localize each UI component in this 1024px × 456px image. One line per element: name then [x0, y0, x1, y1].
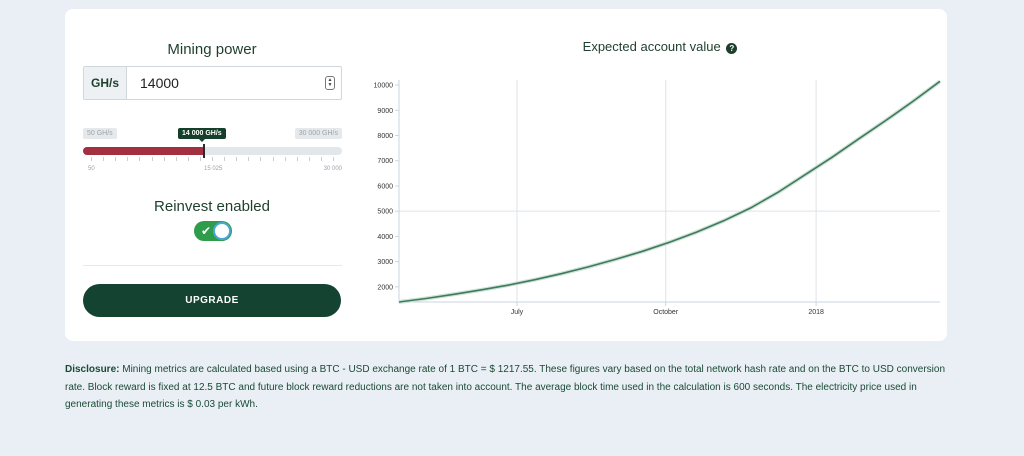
hashrate-input[interactable]: GH/s 14000 ▲ ▼: [83, 66, 342, 100]
hashrate-unit-label: GH/s: [84, 67, 127, 99]
slider-tick: [163, 157, 165, 161]
hashrate-slider[interactable]: 50 GH/s 14 000 GH/s 30 000 GH/s 50 15 02…: [83, 128, 342, 178]
slider-tick: [91, 157, 92, 161]
disclosure-text: Disclosure: Mining metrics are calculate…: [65, 361, 955, 414]
x-tick-label: 2018: [808, 309, 824, 316]
check-icon: ✔: [201, 224, 212, 238]
slider-tick: [115, 157, 117, 161]
slider-tick: [284, 157, 286, 161]
slider-min-tag: 50 GH/s: [83, 128, 117, 139]
chart-title-text: Expected account value: [582, 39, 721, 54]
y-tick-label: 7000: [377, 158, 393, 165]
slider-tick: [127, 157, 129, 161]
slider-ticks: [83, 157, 342, 161]
number-spinner[interactable]: ▲ ▼: [319, 67, 341, 99]
slider-handle[interactable]: [202, 144, 205, 158]
slider-tick: [175, 157, 177, 161]
y-tick-label: 3000: [377, 259, 393, 266]
slider-tick: [320, 157, 322, 161]
slider-current-tag: 14 000 GH/s: [178, 128, 226, 142]
toggle-knob[interactable]: [213, 222, 231, 240]
y-tick-label: 2000: [377, 284, 393, 291]
y-tick-label: 9000: [377, 108, 393, 115]
y-tick-label: 6000: [377, 183, 393, 190]
slider-tick: [139, 157, 141, 161]
series-line-shadow: [398, 79, 942, 304]
slider-tick: [212, 157, 213, 161]
hashrate-value[interactable]: 14000: [127, 67, 319, 99]
slider-tick-label-max: 30 000: [323, 166, 342, 172]
slider-tick: [151, 157, 153, 161]
y-tick-label: 10000: [374, 83, 394, 90]
slider-tick: [103, 157, 105, 161]
slider-tick-label-mid: 15 025: [204, 166, 223, 172]
slider-tick: [260, 157, 262, 161]
slider-tick: [236, 157, 238, 161]
slider-tick: [308, 157, 310, 161]
slider-tick: [296, 157, 298, 161]
slider-tick: [224, 157, 226, 161]
disclosure-label: Disclosure:: [65, 364, 120, 375]
spinner-arrows-icon[interactable]: ▲ ▼: [325, 76, 335, 90]
chart-title: Expected account value ?: [560, 39, 760, 54]
y-tick-label: 5000: [377, 209, 393, 216]
slider-max-tag: 30 000 GH/s: [294, 128, 342, 139]
mining-power-title: Mining power: [167, 41, 257, 58]
x-tick-label: October: [653, 309, 679, 316]
y-tick-label: 4000: [377, 234, 393, 241]
help-icon[interactable]: ?: [726, 43, 738, 54]
slider-tick: [187, 157, 189, 161]
y-tick-label: 8000: [377, 133, 393, 140]
account-value-chart: 2000 3000 4000 5000 6000 7000 8000 9000 10000 Jul…: [374, 79, 942, 316]
slider-tick: [199, 157, 201, 161]
slider-tick-label-min: 50: [88, 166, 95, 172]
slider-tick: [248, 157, 250, 161]
series-line: [398, 80, 941, 303]
reinvest-toggle[interactable]: ✔: [194, 221, 232, 241]
slider-tick: [272, 157, 274, 161]
divider: [83, 265, 342, 266]
upgrade-button[interactable]: UPGRADE: [83, 284, 341, 317]
slider-fill: [83, 147, 204, 155]
slider-track[interactable]: [83, 147, 342, 155]
disclosure-body: Mining metrics are calculated based usin…: [65, 364, 946, 410]
slider-tick: [333, 157, 334, 161]
x-tick-label: July: [511, 309, 524, 316]
